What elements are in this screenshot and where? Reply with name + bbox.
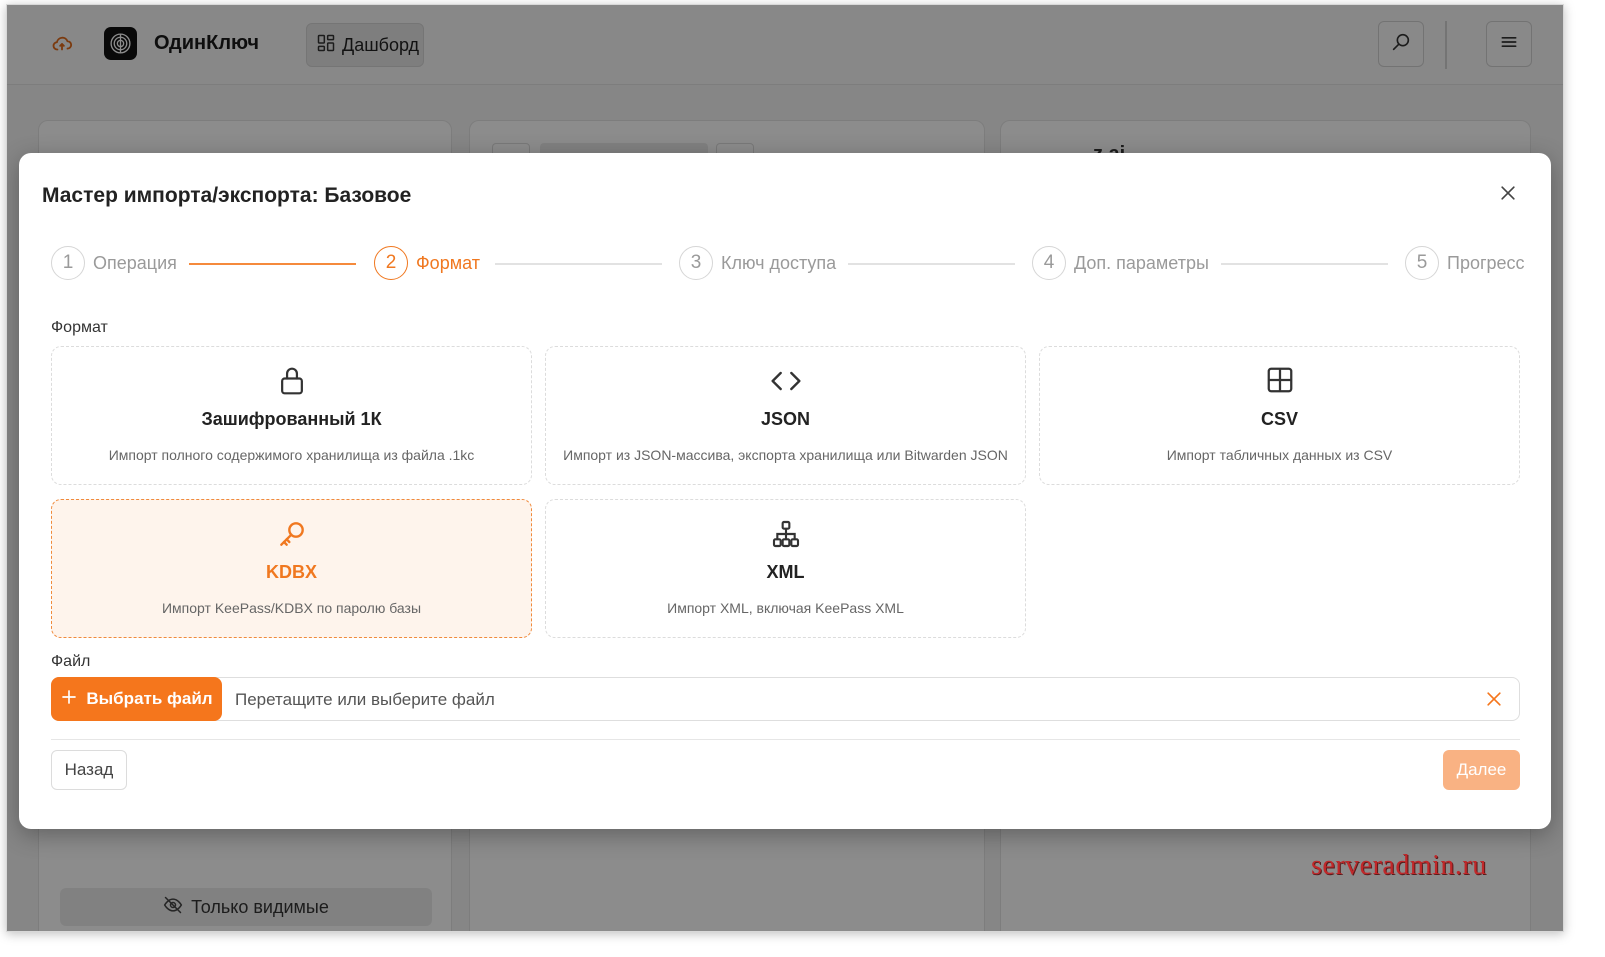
card-title: JSON (760, 409, 811, 429)
key-icon (52, 518, 531, 550)
close-icon (1498, 183, 1518, 208)
step-label: Доп. параметры (1074, 252, 1209, 273)
step-connector (189, 263, 356, 265)
file-upload-field[interactable]: Выбрать файл Перетащите или выберите фай… (51, 677, 1520, 721)
step-number: 3 (679, 246, 713, 280)
step-connector (1221, 263, 1388, 265)
card-title: CSV (1260, 409, 1298, 429)
card-title: Зашифрованный 1К (201, 409, 382, 429)
lock-icon (52, 365, 531, 397)
code-icon (546, 365, 1025, 397)
step-connector (848, 263, 1015, 265)
step-label: Формат (416, 252, 480, 273)
format-card-kdbx[interactable]: KDBX Импорт KeePass/KDBX по паролю базы (51, 499, 532, 638)
choose-file-button[interactable]: Выбрать файл (51, 677, 222, 721)
step-extra-params[interactable]: 4 Доп. параметры (1032, 246, 1209, 280)
format-card-xml[interactable]: XML Импорт XML, включая KeePass XML (545, 499, 1026, 638)
step-number: 4 (1032, 246, 1066, 280)
choose-file-label: Выбрать файл (86, 689, 213, 708)
card-description: Импорт табличных данных из CSV (1166, 447, 1393, 463)
format-card-json[interactable]: JSON Импорт из JSON-массива, экспорта хр… (545, 346, 1026, 485)
wizard-steps: 1 Операция 2 Формат 3 Ключ доступа 4 Доп… (51, 246, 1525, 282)
back-button[interactable]: Назад (51, 750, 127, 790)
app-window: ОдинКлюч Дашборд Только видимые serverad… (6, 4, 1564, 932)
card-description: Импорт из JSON-массива, экспорта хранили… (563, 447, 1008, 463)
plus-icon (60, 688, 78, 711)
table-icon (1040, 365, 1519, 397)
clear-file-button[interactable] (1484, 689, 1504, 709)
step-access-key[interactable]: 3 Ключ доступа (679, 246, 836, 280)
card-description: Импорт полного содержимого хранилища из … (108, 447, 475, 463)
step-format[interactable]: 2 Формат (374, 246, 480, 280)
step-label: Ключ доступа (721, 252, 837, 273)
next-button: Далее (1443, 750, 1520, 790)
format-card-encrypted[interactable]: Зашифрованный 1К Импорт полного содержим… (51, 346, 532, 485)
step-number: 2 (374, 246, 408, 280)
file-section-label: Файл (51, 653, 91, 670)
card-title: XML (766, 562, 805, 582)
footer-divider (51, 739, 1520, 740)
close-button[interactable] (1495, 182, 1521, 208)
step-connector (495, 263, 662, 265)
step-number: 1 (51, 246, 85, 280)
format-card-csv[interactable]: CSV Импорт табличных данных из CSV (1039, 346, 1520, 485)
step-progress[interactable]: 5 Прогресс (1405, 246, 1525, 280)
step-label: Операция (93, 252, 177, 273)
modal-title: Мастер импорта/экспорта: Базовое (42, 184, 412, 207)
step-number: 5 (1405, 246, 1439, 280)
format-section-label: Формат (51, 319, 108, 336)
close-icon (1484, 692, 1504, 713)
file-placeholder: Перетащите или выберите файл (235, 690, 495, 709)
step-label: Прогресс (1447, 252, 1525, 273)
import-export-modal: Мастер импорта/экспорта: Базовое 1 Опера… (19, 153, 1551, 829)
watermark: serveradmin.ru (1311, 850, 1487, 881)
card-description: Импорт XML, включая KeePass XML (667, 600, 904, 616)
card-description: Импорт KeePass/KDBX по паролю базы (161, 600, 422, 616)
sitemap-icon (546, 518, 1025, 550)
card-title: KDBX (265, 562, 317, 582)
step-operation[interactable]: 1 Операция (51, 246, 177, 280)
